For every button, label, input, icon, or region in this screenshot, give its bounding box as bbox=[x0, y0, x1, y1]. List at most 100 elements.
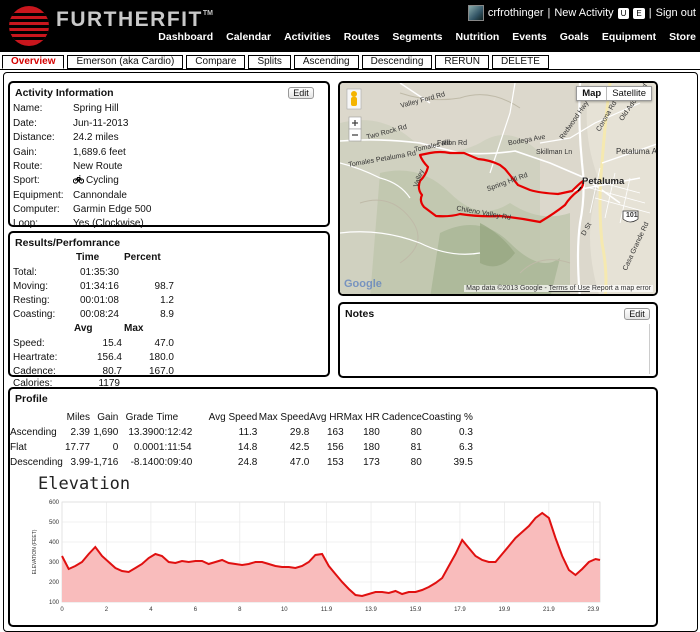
nav-equipment[interactable]: Equipment bbox=[602, 31, 656, 43]
x-ticks: 0 2 4 6 8 10 11.9 13.9 15.9 17.9 19.9 21.9 23.9 bbox=[60, 607, 599, 613]
y-tick-label: 300 bbox=[49, 560, 60, 566]
map-type-satellite-button[interactable]: Satellite bbox=[606, 87, 651, 100]
y-tick-label: 400 bbox=[49, 540, 60, 546]
result-percent: 1.2 bbox=[160, 295, 174, 306]
col-header-avg: Avg bbox=[74, 323, 93, 334]
new-activity-link[interactable]: New Activity bbox=[554, 7, 613, 19]
y-tick-label: 600 bbox=[49, 500, 60, 506]
profile-cell: 13.39 bbox=[128, 427, 154, 438]
google-logo[interactable]: Google bbox=[344, 278, 382, 290]
info-value: Cycling bbox=[86, 175, 119, 186]
tab-ascending[interactable]: Ascending bbox=[293, 55, 359, 69]
result-label: Coasting: bbox=[13, 309, 56, 320]
map-type-map-button[interactable]: Map bbox=[577, 87, 606, 100]
info-label: Name: bbox=[13, 103, 43, 114]
profile-col-header: Avg HR bbox=[309, 412, 344, 423]
profile-col-header: Grade bbox=[125, 412, 154, 423]
map-data-credit: Map data ©2013 Google bbox=[466, 285, 543, 292]
profile-col-header: Time bbox=[156, 412, 179, 423]
nav-store[interactable]: Store bbox=[669, 31, 696, 43]
profile-cell: 3.99 bbox=[70, 457, 90, 468]
profile-header-row: Miles Gain Grade Time Avg Speed Max Spee… bbox=[10, 410, 473, 425]
x-tick-label: 15.9 bbox=[410, 607, 422, 613]
info-label: Sport: bbox=[13, 175, 40, 186]
col-header-max: Max bbox=[124, 323, 144, 334]
notes-edit-button[interactable]: Edit bbox=[624, 308, 650, 320]
upload-button[interactable]: U bbox=[617, 7, 630, 19]
tab-rerun[interactable]: RERUN bbox=[435, 55, 489, 69]
activity-info-title: Activity Information bbox=[15, 87, 114, 99]
x-tick-label: 23.9 bbox=[587, 607, 599, 613]
x-tick-label: 0 bbox=[60, 607, 64, 613]
result-label: Heartrate: bbox=[13, 352, 58, 363]
nav-routes[interactable]: Routes bbox=[344, 31, 380, 43]
nav-segments[interactable]: Segments bbox=[392, 31, 442, 43]
activity-edit-button[interactable]: Edit bbox=[288, 87, 314, 99]
x-tick-label: 11.9 bbox=[321, 607, 333, 613]
username-link[interactable]: crfrothinger bbox=[488, 7, 544, 19]
profile-cell: 156 bbox=[326, 442, 344, 453]
profile-title: Profile bbox=[15, 393, 48, 405]
profile-cell: 00:12:42 bbox=[153, 427, 193, 438]
brand-name[interactable]: FURTHERFITTM bbox=[56, 8, 213, 32]
nav-nutrition[interactable]: Nutrition bbox=[456, 31, 500, 43]
user-avatar[interactable] bbox=[467, 5, 484, 21]
tab-overview[interactable]: Overview bbox=[2, 55, 65, 69]
profile-cell: 1,690 bbox=[93, 427, 119, 438]
entry-button[interactable]: E bbox=[633, 7, 645, 19]
info-value-sport: Cycling bbox=[72, 175, 119, 186]
x-tick-label: 21.9 bbox=[543, 607, 555, 613]
furtherfit-logo[interactable] bbox=[6, 4, 52, 48]
info-value: Spring Hill bbox=[73, 103, 119, 114]
route-map[interactable]: Valley Ford Rd Two Rock Rd Fallon Rd Tom… bbox=[338, 81, 658, 296]
profile-cell: 81 bbox=[410, 442, 422, 453]
result-max: 180.0 bbox=[148, 352, 174, 363]
nav-dashboard[interactable]: Dashboard bbox=[158, 31, 213, 43]
profile-col-header: Avg Speed bbox=[208, 412, 258, 423]
profile-col-header: Max HR bbox=[343, 412, 380, 423]
info-value: Yes (Clockwise) bbox=[73, 218, 144, 229]
report-map-error-link[interactable]: Report a map error bbox=[592, 285, 651, 292]
sign-out-link[interactable]: Sign out bbox=[656, 7, 696, 19]
highway-number: 101 bbox=[626, 212, 638, 219]
nav-goals[interactable]: Goals bbox=[560, 31, 589, 43]
map-place-label: Petaluma Adobe bbox=[616, 147, 657, 156]
profile-cell: 39.5 bbox=[453, 457, 473, 468]
tab-descending[interactable]: Descending bbox=[361, 55, 433, 69]
tab-emerson[interactable]: Emerson (aka Cardio) bbox=[67, 55, 184, 69]
result-time: 01:34:16 bbox=[80, 281, 119, 292]
map-attribution: Map data ©2013 Google - Terms of Use Rep… bbox=[464, 285, 653, 292]
profile-row-descending: Descending 3.99 -1,716 -8.14 00:09:40 24… bbox=[10, 455, 473, 470]
x-tick-label: 6 bbox=[194, 607, 198, 613]
map-type-control: Map Satellite bbox=[576, 86, 652, 101]
result-time: 01:35:30 bbox=[80, 267, 119, 278]
profile-cell: 24.8 bbox=[237, 457, 258, 468]
profile-cell: 6.3 bbox=[459, 442, 473, 453]
profile-cell: -1,716 bbox=[90, 457, 119, 468]
profile-cell: 180 bbox=[363, 427, 380, 438]
info-value: 24.2 miles bbox=[73, 132, 119, 143]
terms-of-use-link[interactable]: Terms of Use bbox=[549, 285, 590, 292]
result-avg: 156.4 bbox=[96, 352, 122, 363]
info-value: Jun-11-2013 bbox=[73, 118, 129, 129]
result-max: 167.0 bbox=[148, 366, 174, 377]
tab-compare[interactable]: Compare bbox=[186, 55, 246, 69]
profile-cell: 180 bbox=[363, 442, 380, 453]
x-tick-label: 2 bbox=[105, 607, 109, 613]
x-tick-label: 4 bbox=[149, 607, 153, 613]
result-label: Resting: bbox=[13, 295, 50, 306]
tab-divider bbox=[0, 69, 700, 70]
nav-calendar[interactable]: Calendar bbox=[226, 31, 271, 43]
profile-cell: 29.8 bbox=[289, 427, 310, 438]
tab-splits[interactable]: Splits bbox=[248, 55, 291, 69]
main-nav: Dashboard Calendar Activities Routes Seg… bbox=[158, 31, 696, 43]
info-label: Loop: bbox=[13, 218, 39, 229]
notes-scrollbar[interactable] bbox=[649, 324, 653, 374]
info-value: New Route bbox=[73, 161, 123, 172]
nav-activities[interactable]: Activities bbox=[284, 31, 331, 43]
activity-tabs: Overview Emerson (aka Cardio) Compare Sp… bbox=[2, 55, 549, 69]
profile-cell: 17.77 bbox=[64, 442, 90, 453]
nav-events[interactable]: Events bbox=[512, 31, 546, 43]
user-bar: crfrothinger | New Activity U E | Sign o… bbox=[467, 5, 696, 21]
tab-delete[interactable]: DELETE bbox=[491, 55, 549, 69]
